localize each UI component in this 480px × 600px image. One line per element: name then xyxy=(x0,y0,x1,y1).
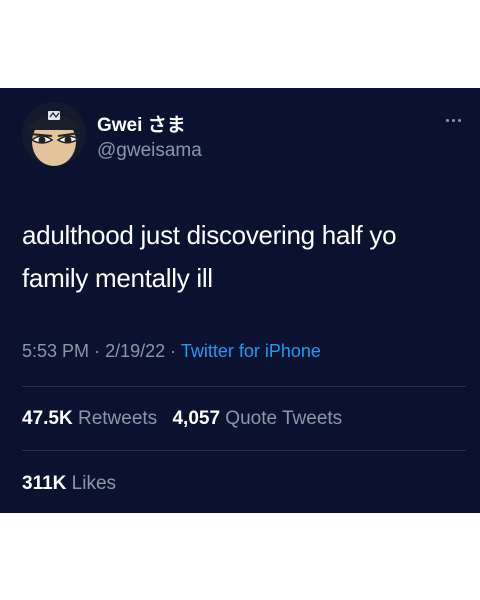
likes-label: Likes xyxy=(71,473,117,494)
meta-separator: · xyxy=(94,341,101,361)
tweet-meta: 5:53 PM · 2/19/22 · Twitter for iPhone xyxy=(22,341,321,362)
divider xyxy=(22,450,466,451)
meta-separator: · xyxy=(170,341,177,361)
divider xyxy=(22,386,466,387)
user-handle[interactable]: @gweisama xyxy=(97,140,202,162)
anime-avatar-icon xyxy=(22,102,86,166)
tweet-text: adulthood just discovering half yo famil… xyxy=(22,220,397,293)
retweets-count: 47.5K xyxy=(22,408,73,429)
tweet-time[interactable]: 5:53 PM xyxy=(22,341,89,361)
tweet-card: Gwei さま @gweisama adulthood just discove… xyxy=(0,88,480,513)
dot xyxy=(445,118,449,122)
more-options-icon[interactable] xyxy=(438,110,468,130)
dot xyxy=(457,118,461,122)
quote-tweets-count: 4,057 xyxy=(172,408,221,429)
quote-tweets-label: Quote Tweets xyxy=(225,408,343,429)
quote-tweets-stat[interactable]: 4,057 Quote Tweets xyxy=(172,408,342,429)
tweet-source-link[interactable]: Twitter for iPhone xyxy=(181,341,321,361)
retweets-stat[interactable]: 47.5K Retweets xyxy=(22,408,162,429)
likes-stat[interactable]: 311K Likes xyxy=(22,473,116,495)
tweet-stats: 47.5K Retweets 4,057 Quote Tweets xyxy=(22,408,352,430)
avatar[interactable] xyxy=(22,102,86,166)
display-name[interactable]: Gwei さま xyxy=(97,110,186,137)
dot xyxy=(451,118,455,122)
tweet-date[interactable]: 2/19/22 xyxy=(105,341,165,361)
retweets-label: Retweets xyxy=(77,408,158,429)
likes-count: 311K xyxy=(22,473,67,494)
